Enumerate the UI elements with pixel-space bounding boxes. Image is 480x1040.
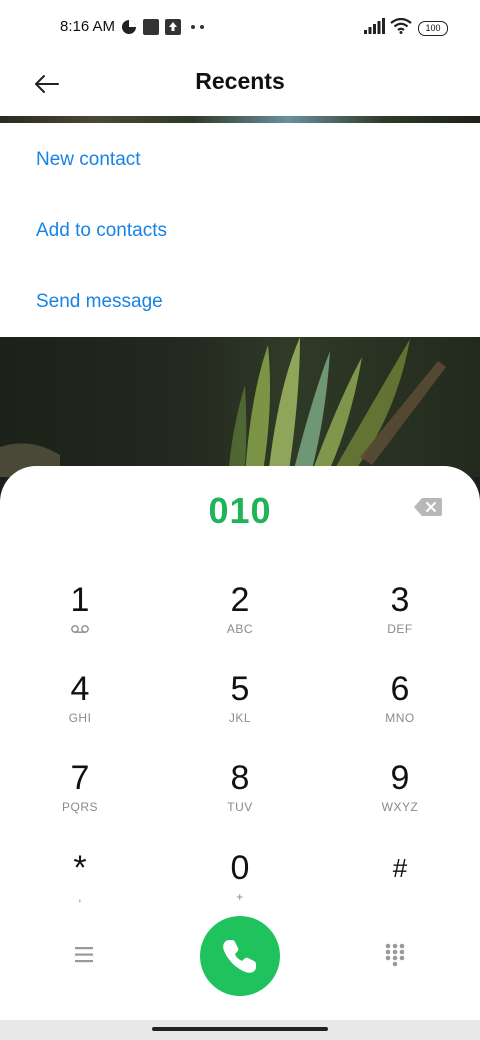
contact-actions-menu: New contact Add to contacts Send message	[0, 123, 480, 337]
key-digit: 8	[230, 759, 250, 797]
call-button[interactable]	[200, 916, 280, 996]
more-dots-icon	[191, 25, 204, 29]
key-5[interactable]: 5 JKL	[180, 663, 300, 743]
key-6[interactable]: 6 MNO	[340, 663, 460, 743]
dialer-panel: 010 1 2 ABC 3 DEF 4 GHI 5 JKL 6 MNO 7 PQ…	[0, 466, 480, 1020]
header: Recents	[0, 56, 480, 116]
status-time: 8:16 AM	[60, 18, 116, 35]
key-9[interactable]: 9 WXYZ	[340, 752, 460, 832]
wallpaper-strip	[0, 116, 480, 123]
key-2[interactable]: 2 ABC	[180, 574, 300, 654]
key-4[interactable]: 4 GHI	[20, 663, 140, 743]
wifi-icon	[390, 18, 412, 34]
voicemail-icon	[71, 625, 89, 633]
key-digit: #	[392, 853, 408, 883]
key-digit: 0	[230, 849, 250, 887]
key-letters: ABC	[226, 622, 254, 636]
key-digit: 3	[390, 581, 410, 619]
key-letters: JKL	[228, 711, 252, 725]
system-nav-bar	[0, 1020, 480, 1040]
page-title: Recents	[195, 68, 285, 94]
add-to-contacts-link[interactable]: Add to contacts	[36, 220, 167, 242]
plant-image	[0, 337, 446, 477]
key-letters: DEF	[387, 622, 413, 636]
keypad-icon[interactable]	[383, 941, 409, 967]
home-indicator[interactable]	[152, 1027, 328, 1031]
signal-icon	[364, 18, 385, 34]
key-digit: 2	[230, 581, 250, 619]
key-letters: WXYZ	[381, 800, 419, 814]
backspace-icon[interactable]	[414, 498, 442, 516]
key-digit: 4	[70, 670, 90, 708]
wallpaper-background	[0, 337, 480, 477]
key-letters: GHI	[68, 711, 92, 725]
key-digit: 9	[390, 759, 410, 797]
upload-icon	[165, 19, 181, 35]
key-digit: 5	[230, 670, 250, 708]
dialed-number[interactable]: 010	[0, 490, 480, 532]
key-letters: TUV	[227, 800, 253, 814]
key-hash[interactable]: #	[340, 842, 460, 922]
status-bar: 8:16 AM 100	[0, 0, 480, 56]
key-digit: 7	[70, 759, 90, 797]
key-star[interactable]: * ,	[20, 842, 140, 922]
battery-icon: 100	[418, 21, 448, 36]
menu-icon[interactable]	[72, 944, 98, 966]
data-saver-icon	[122, 20, 136, 34]
key-digit: 6	[390, 670, 410, 708]
stop-icon	[143, 19, 159, 35]
key-7[interactable]: 7 PQRS	[20, 752, 140, 832]
send-message-link[interactable]: Send message	[36, 291, 163, 313]
phone-icon	[223, 940, 256, 973]
key-digit: 1	[70, 581, 90, 619]
key-letters: +	[236, 890, 244, 904]
key-digit: *	[73, 849, 87, 887]
key-letters: ,	[78, 890, 82, 904]
key-1[interactable]: 1	[20, 574, 140, 654]
key-letters: PQRS	[61, 800, 98, 814]
key-3[interactable]: 3 DEF	[340, 574, 460, 654]
key-0[interactable]: 0 +	[180, 842, 300, 922]
key-letters: MNO	[385, 711, 415, 725]
new-contact-link[interactable]: New contact	[36, 149, 141, 171]
key-8[interactable]: 8 TUV	[180, 752, 300, 832]
